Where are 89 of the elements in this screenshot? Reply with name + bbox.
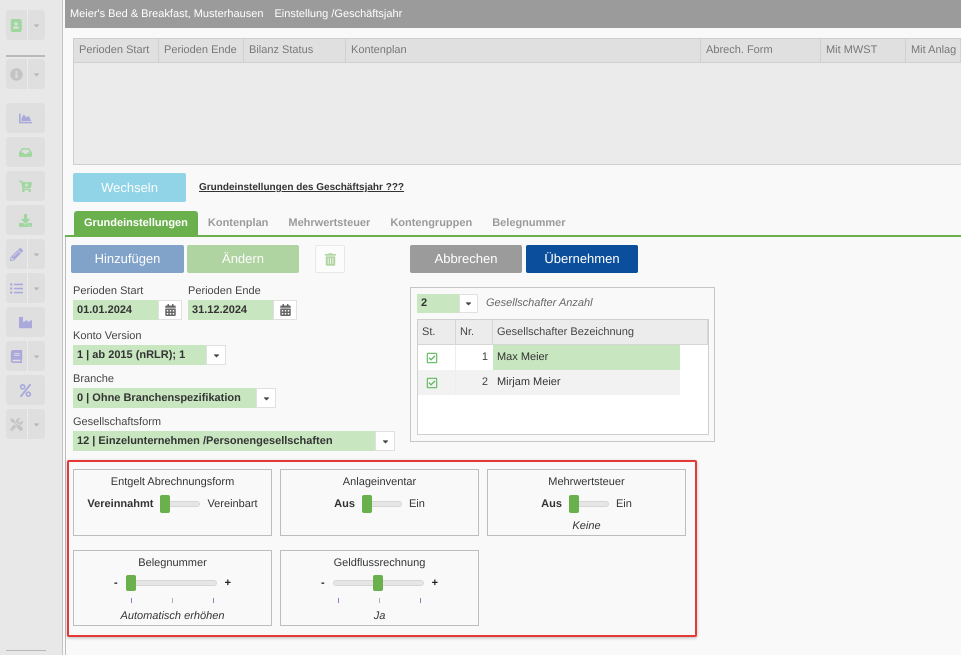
pencil-icon: [10, 248, 23, 260]
scale-tick: [172, 598, 173, 603]
toggle-switch[interactable]: [568, 495, 609, 513]
slider-track[interactable]: [332, 575, 424, 591]
slider-min-label: -: [114, 576, 118, 590]
checkbox[interactable]: [426, 376, 438, 388]
column-header[interactable]: Nr.: [456, 320, 493, 345]
toggle-switch[interactable]: [362, 495, 402, 513]
tab[interactable]: Kontenplan: [198, 211, 278, 235]
sidebar-button[interactable]: [6, 307, 45, 337]
tools-icon: [10, 418, 23, 430]
slider-thumb[interactable]: [126, 575, 136, 591]
info-icon: [10, 68, 23, 80]
sidebar-button[interactable]: [6, 205, 45, 235]
toggle-label: Aus: [541, 497, 562, 511]
sidebar-button[interactable]: [6, 341, 45, 371]
slider-min-label: -: [320, 576, 325, 590]
scale-tick: [420, 598, 421, 603]
slider-track[interactable]: [126, 575, 217, 591]
column-header[interactable]: Bilanz Status: [244, 39, 346, 63]
column-header[interactable]: Perioden Ende: [159, 39, 244, 63]
tab[interactable]: Belegnummer: [482, 211, 576, 235]
checkbox[interactable]: [426, 352, 438, 364]
column-header[interactable]: Mit MWST: [821, 39, 906, 63]
company-name: Meier's Bed & Breakfast, Musterhausen: [70, 6, 264, 22]
column-header[interactable]: Perioden Start: [74, 39, 159, 63]
cart-plus-icon: [19, 180, 32, 192]
book-icon: [10, 350, 23, 362]
table-cell: 2: [456, 370, 493, 395]
sidebar-button[interactable]: [6, 137, 45, 167]
calendar-icon: [280, 304, 290, 316]
sidebar-button[interactable]: [6, 375, 45, 405]
field-label: Perioden Start: [73, 284, 144, 298]
scale-tick: [379, 598, 380, 603]
trash-icon: [324, 252, 336, 266]
sidebar-button[interactable]: [6, 103, 45, 133]
apply-button[interactable]: Übernehmen: [526, 245, 638, 273]
page-title: Einstellung /Geschäftsjahr: [274, 6, 402, 22]
card-title: Belegnummer: [138, 556, 207, 570]
card-title: Entgelt Abrechnungsform: [110, 475, 234, 489]
sidebar-button[interactable]: [6, 59, 45, 89]
card-title: Anlageinventar: [342, 475, 416, 489]
field-label: Branche: [73, 372, 114, 386]
count-label: Gesellschafter Anzahl: [486, 296, 593, 312]
toggle-label: Ein: [408, 497, 425, 511]
card-title: Mehrwertsteuer: [548, 475, 625, 489]
factory-icon: [19, 316, 32, 328]
column-header[interactable]: Gesellschafter Bezeichnung: [493, 320, 708, 345]
toggle-label: Vereinnahmt: [87, 497, 154, 511]
slider-max-label: +: [224, 576, 232, 590]
status-note: Automatisch erhöhen: [120, 609, 224, 623]
column-header[interactable]: Mit Anlag: [906, 39, 961, 63]
inbox-icon: [19, 146, 32, 158]
table-cell[interactable]: Mirjam Meier: [493, 370, 680, 395]
cancel-button[interactable]: Abbrechen: [410, 245, 522, 273]
field-label: Perioden Ende: [188, 284, 261, 298]
field-label: Gesellschaftsform: [73, 415, 162, 429]
column-header[interactable]: Kontenplan: [346, 39, 701, 63]
scale-tick: [131, 598, 132, 603]
sidebar-button[interactable]: [6, 171, 45, 201]
tab[interactable]: Mehrwertsteuer: [278, 211, 380, 235]
area-chart-icon: [19, 112, 32, 124]
sidebar-button[interactable]: [6, 273, 45, 303]
column-header[interactable]: St.: [418, 320, 456, 345]
status-note: Ja: [374, 609, 386, 623]
toggle-label: Ein: [616, 497, 632, 511]
calendar-icon: [164, 304, 176, 316]
slider-max-label: +: [432, 576, 438, 590]
table-cell[interactable]: Max Meier: [493, 345, 680, 370]
toggle-label: Vereinbart: [207, 497, 258, 511]
sidebar-button[interactable]: [6, 409, 45, 439]
settings-link[interactable]: Grundeinstellungen des Geschäftsjahr ???: [199, 180, 404, 195]
scale-tick: [338, 598, 339, 603]
tab[interactable]: Grundeinstellungen: [74, 211, 198, 235]
status-note: Keine: [572, 519, 601, 533]
slider-thumb[interactable]: [373, 575, 384, 591]
toggle-label: Aus: [334, 497, 355, 511]
list-icon: [10, 282, 23, 294]
contact-card-icon: [10, 18, 23, 32]
download-icon: [19, 214, 32, 226]
card-title: Geldflussrechnung: [334, 556, 426, 570]
scale-tick: [213, 598, 214, 603]
toggle-switch[interactable]: [160, 495, 200, 513]
tab[interactable]: Kontengruppen: [380, 211, 482, 235]
sidebar-button[interactable]: [6, 239, 45, 269]
column-header[interactable]: Abrech. Form: [701, 39, 821, 63]
sidebar-button[interactable]: [6, 10, 45, 40]
percent-icon: [19, 384, 32, 396]
field-label: Konto Version: [73, 329, 142, 343]
